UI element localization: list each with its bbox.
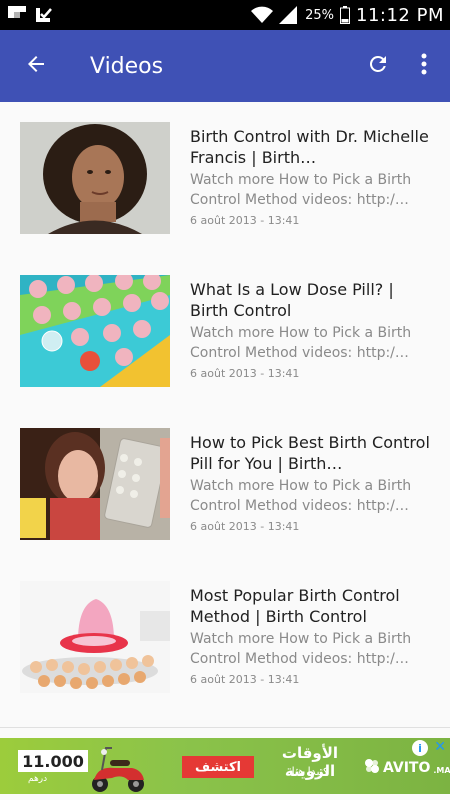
video-thumbnail[interactable] bbox=[20, 275, 170, 387]
check-notification-icon bbox=[34, 6, 54, 24]
more-vert-icon bbox=[421, 53, 427, 79]
ad-close-icon[interactable]: ✕ bbox=[434, 739, 446, 755]
overflow-menu-button[interactable] bbox=[402, 30, 446, 102]
video-description: Watch more How to Pick a Birth Control M… bbox=[190, 325, 412, 361]
wifi-icon bbox=[251, 6, 274, 24]
avito-logo-icon bbox=[364, 758, 380, 778]
video-list-item[interactable]: Birth Control with Dr. Michelle Francis … bbox=[0, 102, 450, 255]
video-list-item[interactable]: How to Pick Best Birth Control Pill for … bbox=[0, 408, 450, 561]
battery-percent: 25% bbox=[305, 7, 335, 23]
flipboard-icon bbox=[8, 6, 26, 24]
back-button[interactable] bbox=[6, 30, 66, 102]
app-bar: Videos bbox=[0, 30, 450, 102]
scooter-icon bbox=[88, 740, 148, 794]
video-description: Watch more How to Pick a Birth Control M… bbox=[190, 172, 412, 208]
ad-discover-button[interactable]: اكتشف bbox=[182, 756, 254, 778]
video-title: Birth Control with Dr. Michelle Francis … bbox=[190, 127, 429, 167]
video-title: What Is a Low Dose Pill? | Birth Control bbox=[190, 280, 394, 320]
video-description: Watch more How to Pick a Birth Control M… bbox=[190, 478, 412, 514]
signal-icon bbox=[279, 6, 299, 24]
page-title: Videos bbox=[90, 53, 164, 79]
ad-info-icon[interactable]: i bbox=[412, 740, 428, 756]
refresh-button[interactable] bbox=[354, 30, 402, 102]
back-arrow-icon bbox=[24, 52, 48, 80]
ad-brand-suffix: .MA bbox=[433, 765, 450, 775]
ad-price: 11.000 bbox=[18, 750, 88, 772]
status-bar: 25% 11:12 PM bbox=[0, 0, 450, 30]
ad-subline: كتبدا هنا bbox=[291, 765, 329, 778]
video-list-item[interactable]: What Is a Low Dose Pill? | Birth Control… bbox=[0, 255, 450, 408]
refresh-icon bbox=[366, 52, 390, 80]
video-thumbnail[interactable] bbox=[20, 122, 170, 234]
video-title: Most Popular Birth Control Method | Birt… bbox=[190, 586, 400, 626]
video-date: 6 août 2013 - 13:41 bbox=[190, 520, 300, 533]
video-list: Birth Control with Dr. Michelle Francis … bbox=[0, 102, 450, 727]
clock: 11:12 PM bbox=[356, 4, 444, 26]
video-date: 6 août 2013 - 13:41 bbox=[190, 214, 300, 227]
video-thumbnail[interactable] bbox=[20, 581, 170, 693]
ad-banner[interactable]: 11.000 درهم اكتشف الأوقات الزوينة كتبدا … bbox=[0, 738, 450, 794]
video-date: 6 août 2013 - 13:41 bbox=[190, 673, 300, 686]
ad-brand-logo: AVITO .MA bbox=[364, 758, 450, 778]
video-thumbnail[interactable] bbox=[20, 428, 170, 540]
divider bbox=[0, 727, 450, 728]
video-description: Watch more How to Pick a Birth Control M… bbox=[190, 631, 412, 667]
video-date: 6 août 2013 - 13:41 bbox=[190, 367, 300, 380]
ad-currency: درهم bbox=[28, 774, 48, 784]
video-title: How to Pick Best Birth Control Pill for … bbox=[190, 433, 430, 473]
battery-icon bbox=[340, 6, 351, 24]
video-list-item[interactable]: Most Popular Birth Control Method | Birt… bbox=[0, 561, 450, 714]
ad-brand-name: AVITO bbox=[383, 760, 431, 776]
